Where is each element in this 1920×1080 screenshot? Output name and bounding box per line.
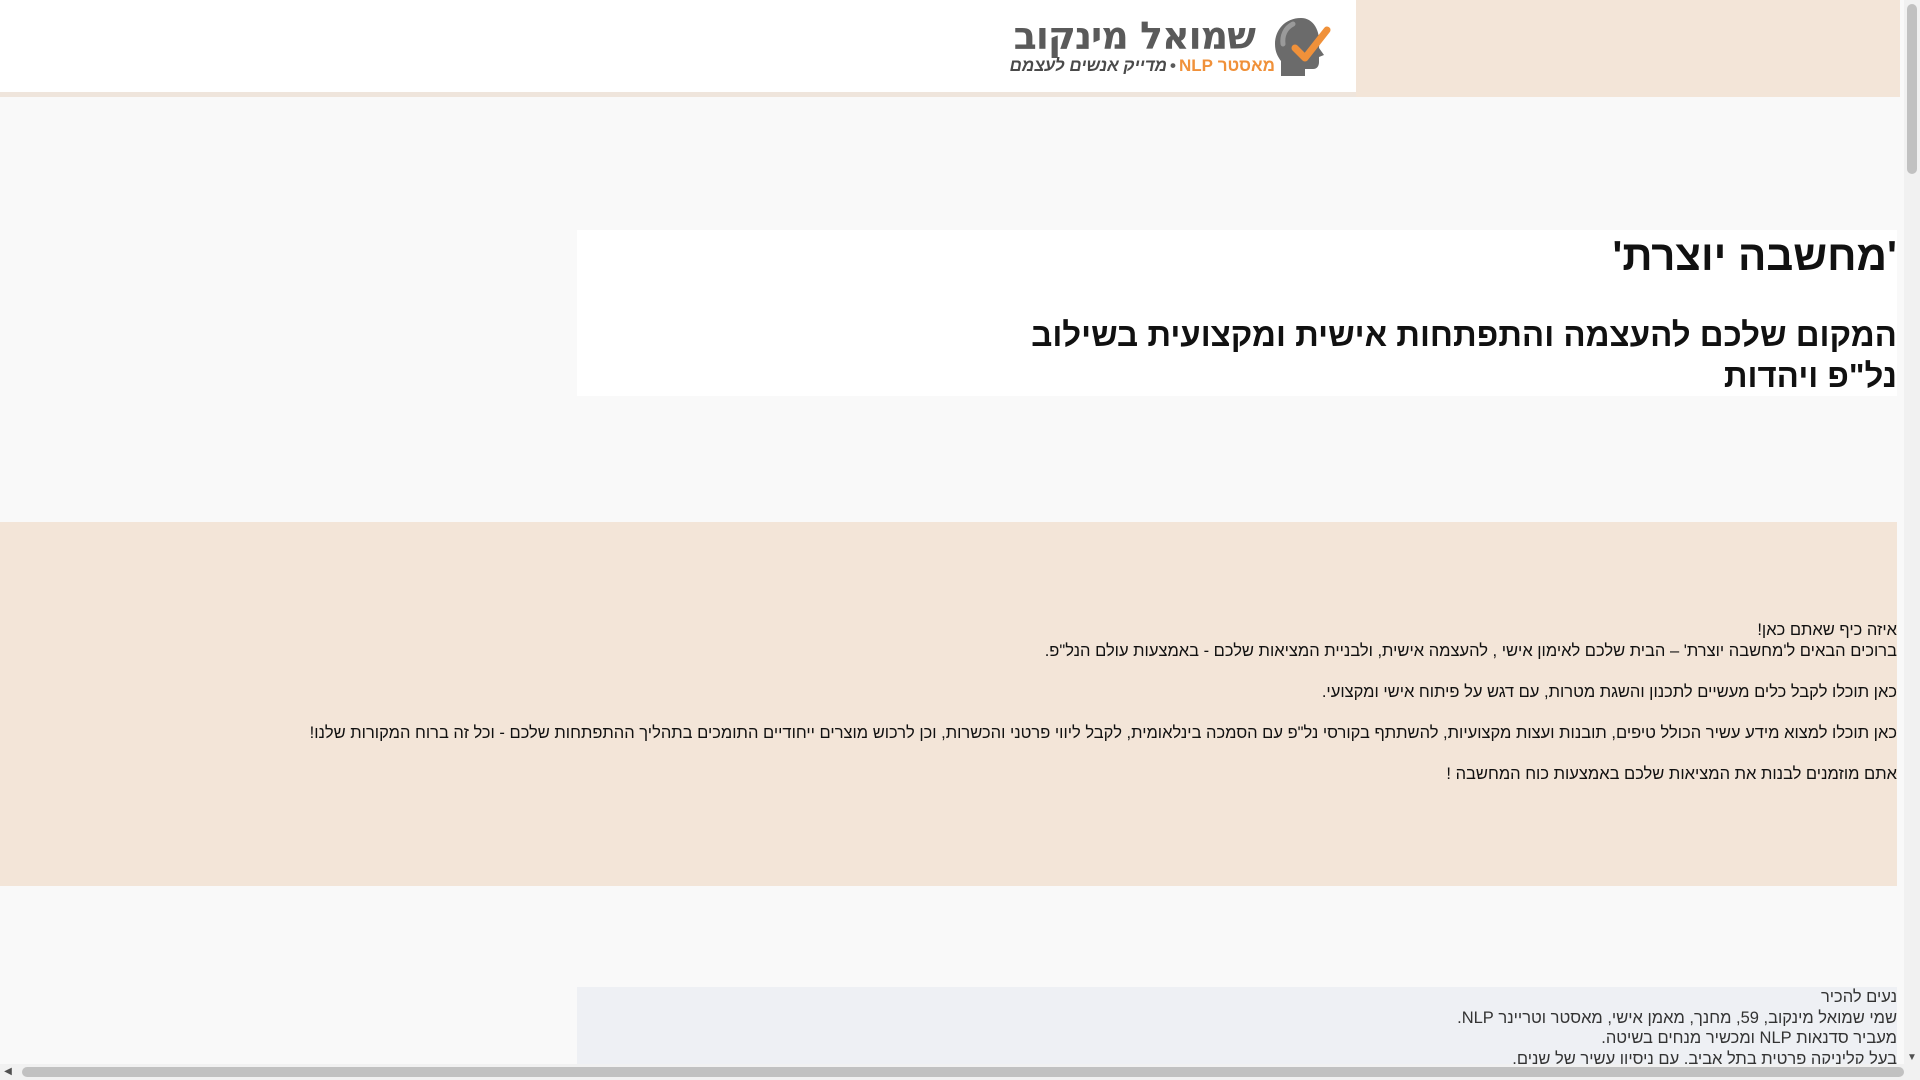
scroll-down-arrow-icon[interactable]: ▼ [1905,1052,1919,1064]
logo-tagline-slogan: מדייק אנשים לעצמם [1009,56,1168,75]
about-bio-line: שמי שמואל מינקוב, 59, מחנך, מאמן אישי, מ… [1457,1008,1897,1027]
logo-title: שמואל מינקוב [1013,14,1256,58]
vertical-scrollbar-thumb[interactable] [1907,4,1917,174]
horizontal-scrollbar-thumb[interactable] [22,1067,1904,1077]
welcome-tools: כאן תוכלו לקבל כלים מעשיים לתכנון והשגת … [1321,682,1897,701]
hero-subtitle: המקום שלכם להעצמה והתפתחות אישית ומקצועי… [1031,316,1897,394]
about-bio-line: מעביר סדנאות NLP ומכשיר מנחים בשיטה. [1601,1029,1897,1048]
welcome-offerings: כאן תוכלו למצוא מידע עשיר הכולל טיפים, ת… [309,723,1897,742]
welcome-intro: ברוכים הבאים ל'מחשבה יוצרת' – הבית שלכם … [1044,641,1897,660]
welcome-greeting: איזה כיף שאתם כאן! [1757,621,1897,639]
about-heading: נעים להכיר [1820,988,1897,1006]
site-logo[interactable]: שמואל מינקוב מאסטר NLP•מדייק אנשים לעצמם [1010,12,1345,84]
scroll-left-arrow-icon[interactable]: ◀ [2,1066,14,1078]
welcome-text: איזה כיף שאתם כאן! ברוכים הבאים ל'מחשבה … [197,620,1897,785]
about-text: נעים להכיר שמי שמואל מינקוב, 59, מחנך, מ… [597,987,1897,1069]
welcome-invitation: אתם מוזמנים לבנות את המציאות שלכם באמצעו… [1446,765,1897,784]
hero-title: 'מחשבה יוצרת' [1612,232,1897,279]
logo-tagline-separator: • [1170,56,1176,75]
logo-tagline: מאסטר NLP•מדייק אנשים לעצמם [1010,56,1275,76]
head-checkmark-icon [1275,18,1331,76]
logo-tagline-nlp: מאסטר NLP [1178,56,1275,75]
